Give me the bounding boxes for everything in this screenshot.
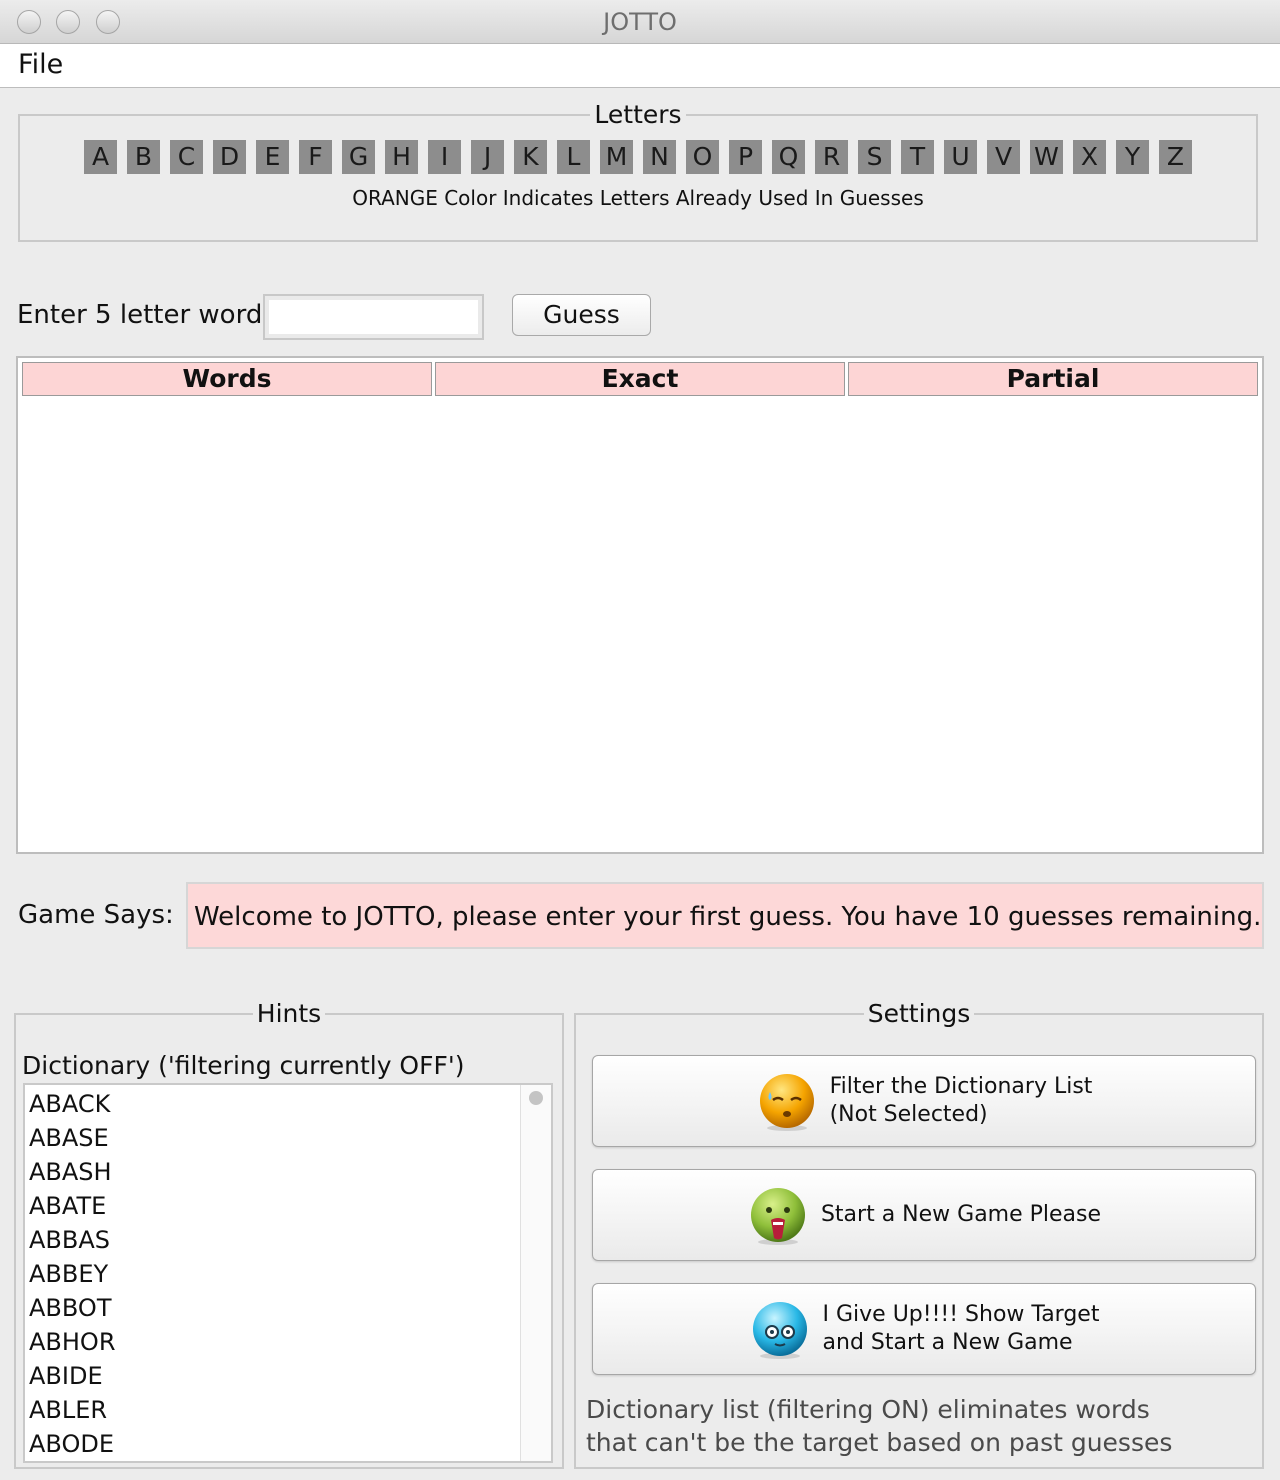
letter-s: S	[858, 140, 891, 174]
dictionary-word[interactable]: ABODE	[29, 1427, 116, 1461]
window-title: JOTTO	[603, 8, 677, 36]
letters-row: ABCDEFGHIJKLMNOPQRSTUVWXYZ	[20, 140, 1256, 174]
give-up-button-line1: I Give Up!!!! Show Target	[822, 1302, 1100, 1327]
letter-j: J	[471, 140, 504, 174]
letter-f: F	[299, 140, 332, 174]
settings-group: Settings Filter the Dictionary List (Not…	[574, 999, 1264, 1469]
letter-y: Y	[1116, 140, 1149, 174]
guess-button[interactable]: Guess	[512, 294, 651, 336]
dictionary-label: Dictionary ('filtering currently OFF')	[22, 1051, 465, 1080]
column-header-partial[interactable]: Partial	[848, 362, 1258, 396]
letters-note: ORANGE Color Indicates Letters Already U…	[352, 186, 924, 210]
letters-group: Letters ABCDEFGHIJKLMNOPQRSTUVWXYZ ORANG…	[18, 100, 1258, 242]
game-message: Welcome to JOTTO, please enter your firs…	[186, 882, 1264, 949]
letter-v: V	[987, 140, 1020, 174]
give-up-button[interactable]: I Give Up!!!! Show Target and Start a Ne…	[592, 1283, 1256, 1375]
letter-a: A	[84, 140, 117, 174]
sweating-orange-face-icon	[759, 1074, 814, 1131]
new-game-button[interactable]: Start a New Game Please	[592, 1169, 1256, 1261]
letter-x: X	[1073, 140, 1106, 174]
dictionary-list[interactable]: ABACK ABASE ABASH ABATE ABBAS ABBEY ABBOT ABHOR…	[23, 1083, 553, 1463]
green-shouting-face-icon	[750, 1188, 805, 1245]
give-up-button-line2: and Start a New Game	[822, 1330, 1073, 1355]
letter-d: D	[213, 140, 246, 174]
letter-w: W	[1030, 140, 1063, 174]
letter-q: Q	[772, 140, 805, 174]
guess-label: Enter 5 letter word	[17, 300, 263, 330]
game-says-label: Game Says:	[18, 900, 174, 930]
hints-group: Hints Dictionary ('filtering currently O…	[14, 999, 564, 1469]
filter-dictionary-button[interactable]: Filter the Dictionary List (Not Selected…	[592, 1055, 1256, 1147]
settings-note-line1: Dictionary list (filtering ON) eliminate…	[586, 1395, 1150, 1424]
dictionary-word[interactable]: ABATE	[29, 1189, 116, 1223]
dictionary-word[interactable]: ABBOT	[29, 1291, 116, 1325]
letter-l: L	[557, 140, 590, 174]
hints-group-title: Hints	[252, 999, 326, 1028]
menu-bar: File	[0, 44, 1280, 88]
letter-p: P	[729, 140, 762, 174]
guess-input[interactable]	[263, 294, 484, 340]
dictionary-word[interactable]: ABASH	[29, 1155, 116, 1189]
table-header: Words Exact Partial	[22, 362, 1258, 396]
letter-u: U	[944, 140, 977, 174]
dictionary-word[interactable]: ABASE	[29, 1121, 116, 1155]
letter-z: Z	[1159, 140, 1192, 174]
dictionary-word[interactable]: ABACK	[29, 1087, 116, 1121]
letter-e: E	[256, 140, 289, 174]
dictionary-word[interactable]: ABBEY	[29, 1257, 116, 1291]
letter-b: B	[127, 140, 160, 174]
dictionary-word[interactable]: ABIDE	[29, 1359, 116, 1393]
letter-g: G	[342, 140, 375, 174]
dictionary-scrollbar[interactable]	[520, 1085, 551, 1461]
title-bar: JOTTO	[0, 0, 1280, 44]
filter-button-line1: Filter the Dictionary List	[829, 1074, 1093, 1099]
letter-r: R	[815, 140, 848, 174]
dictionary-word[interactable]: ABBAS	[29, 1223, 116, 1257]
dictionary-items: ABACK ABASE ABASH ABATE ABBAS ABBEY ABBOT ABHOR…	[29, 1087, 116, 1461]
dictionary-word[interactable]: ABHOR	[29, 1325, 116, 1359]
letter-o: O	[686, 140, 719, 174]
blue-scared-face-icon	[752, 1302, 807, 1359]
letter-k: K	[514, 140, 547, 174]
letter-m: M	[600, 140, 633, 174]
letters-group-title: Letters	[590, 100, 686, 129]
settings-group-title: Settings	[863, 999, 975, 1028]
guess-table: Words Exact Partial	[16, 356, 1264, 854]
settings-note: Dictionary list (filtering ON) eliminate…	[586, 1393, 1172, 1459]
letter-n: N	[643, 140, 676, 174]
column-header-words[interactable]: Words	[22, 362, 432, 396]
letter-c: C	[170, 140, 203, 174]
letter-t: T	[901, 140, 934, 174]
filter-button-line2: (Not Selected)	[829, 1102, 988, 1127]
letter-h: H	[385, 140, 418, 174]
new-game-button-label: Start a New Game Please	[820, 1202, 1102, 1227]
settings-note-line2: that can't be the target based on past g…	[586, 1428, 1173, 1457]
scrollbar-thumb[interactable]	[529, 1091, 543, 1105]
menu-file[interactable]: File	[18, 49, 63, 80]
column-header-exact[interactable]: Exact	[435, 362, 845, 396]
letter-i: I	[428, 140, 461, 174]
dictionary-word[interactable]: ABLER	[29, 1393, 116, 1427]
